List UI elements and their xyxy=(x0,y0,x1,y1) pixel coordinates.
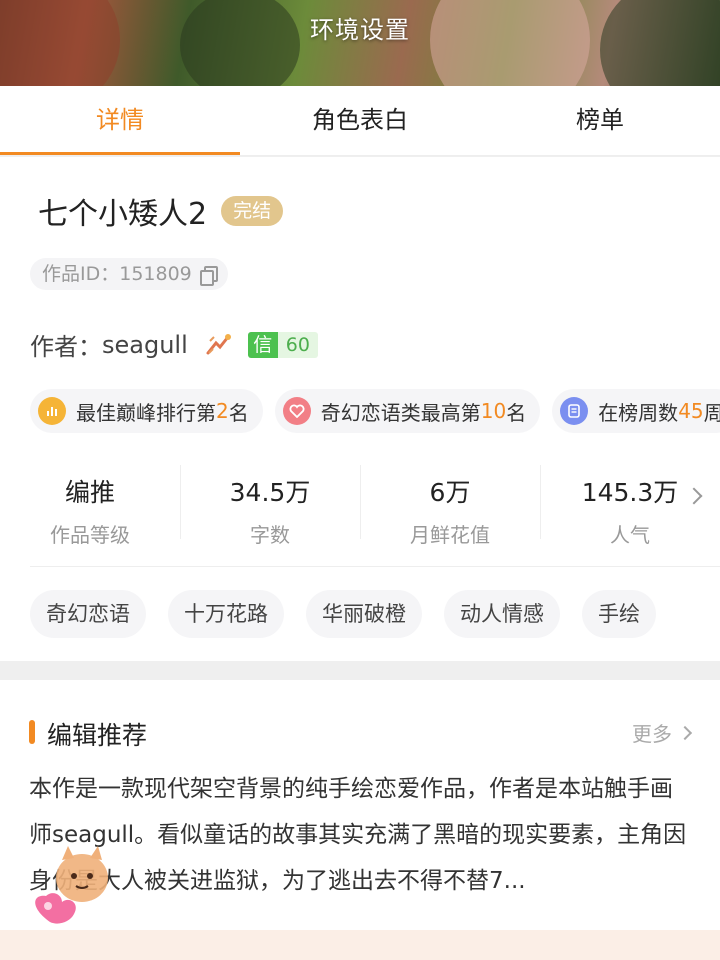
rank-badges: 最佳巅峰排行第 2 名 奇幻恋语类最高第 10 名 在榜周数 45 周 xyxy=(30,389,720,433)
tag-item[interactable]: 华丽破橙 xyxy=(306,590,422,638)
rank-suffix: 名 xyxy=(506,400,527,425)
rank-suffix: 周 xyxy=(703,400,720,425)
tag-item[interactable]: 十万花路 xyxy=(168,590,284,638)
rank-text: 奇幻恋语类最高第 xyxy=(320,400,481,425)
rank-badge-weeks[interactable]: 在榜周数 45 周 xyxy=(552,389,720,433)
rank-number: 45 xyxy=(678,399,704,423)
rank-number: 10 xyxy=(480,399,507,423)
hero-title: 环境设置 xyxy=(310,16,410,44)
rank-badge-peak[interactable]: 最佳巅峰排行第 2 名 xyxy=(30,389,263,433)
document-icon xyxy=(560,397,589,425)
rank-text: 最佳巅峰排行第 xyxy=(76,400,216,425)
stat-monthly-flowers: 6万 月鲜花值 xyxy=(360,461,540,547)
credit-badge: 信 60 xyxy=(247,331,318,358)
tag-item[interactable]: 手绘 xyxy=(582,590,656,638)
tag-item[interactable]: 动人情感 xyxy=(444,590,560,638)
credit-value: 60 xyxy=(277,331,318,358)
section-accent-bar xyxy=(29,720,35,744)
rank-number: 2 xyxy=(216,399,229,423)
stat-label: 月鲜花值 xyxy=(410,523,490,547)
work-id-pill[interactable]: 作品ID：151809 xyxy=(30,258,228,290)
stat-value: 编推 xyxy=(64,478,115,507)
divider xyxy=(30,566,720,567)
rank-suffix: 名 xyxy=(228,400,249,425)
more-label: 更多 xyxy=(632,722,672,746)
status-badge: 完结 xyxy=(221,196,284,226)
stat-label: 人气 xyxy=(610,523,650,547)
stat-label: 字数 xyxy=(250,523,290,547)
tab-details[interactable]: 详情 xyxy=(0,86,240,155)
section-title: 编辑推荐 xyxy=(47,721,148,750)
recommend-text-box[interactable]: 本作是一款现代架空背景的纯手绘恋爱作品，作者是本站触手画师seagull。看似童… xyxy=(29,766,691,904)
floating-mascot[interactable] xyxy=(18,838,128,958)
stat-word-count: 34.5万 字数 xyxy=(180,461,360,547)
hero-banner: 环境设置 xyxy=(0,0,720,86)
author-row: 作者： seagull 信 60 xyxy=(30,327,318,362)
copy-icon[interactable] xyxy=(199,266,218,286)
credit-label: 信 xyxy=(247,331,278,358)
tab-rankings[interactable]: 榜单 xyxy=(480,86,720,155)
tab-bar: 详情 角色表白 榜单 xyxy=(0,86,720,156)
stat-value: 6万 xyxy=(429,478,471,507)
author-label: 作者： xyxy=(30,333,102,361)
recommend-text: 本作是一款现代架空背景的纯手绘恋爱作品，作者是本站触手画师seagull。看似童… xyxy=(29,776,687,894)
stat-value: 34.5万 xyxy=(229,478,311,507)
tab-character-confession[interactable]: 角色表白 xyxy=(240,86,480,155)
work-title: 七个小矮人2 xyxy=(38,197,208,232)
work-id-text: 作品ID：151809 xyxy=(42,263,192,285)
heart-icon xyxy=(282,397,311,425)
stat-label: 作品等级 xyxy=(50,523,130,547)
stat-level: 编推 作品等级 xyxy=(0,461,180,547)
author-level-icon xyxy=(204,331,232,359)
chevron-right-icon xyxy=(677,725,693,740)
bar-chart-icon xyxy=(38,397,66,425)
tag-list: 奇幻恋语 十万花路 华丽破橙 动人情感 手绘 xyxy=(30,590,678,638)
author-name[interactable]: seagull xyxy=(102,331,188,359)
work-info-card: 七个小矮人2 完结 作品ID：151809 作者： seagull 信 60 最… xyxy=(0,157,720,661)
title-row: 七个小矮人2 完结 xyxy=(38,189,284,233)
more-link[interactable]: 更多 xyxy=(632,718,693,747)
rank-text: 在榜周数 xyxy=(598,400,679,425)
tag-item[interactable]: 奇幻恋语 xyxy=(30,590,146,638)
rank-badge-category[interactable]: 奇幻恋语类最高第 10 名 xyxy=(274,389,541,433)
stats-row[interactable]: 编推 作品等级 34.5万 字数 6万 月鲜花值 145.3万 人气 xyxy=(0,461,720,547)
